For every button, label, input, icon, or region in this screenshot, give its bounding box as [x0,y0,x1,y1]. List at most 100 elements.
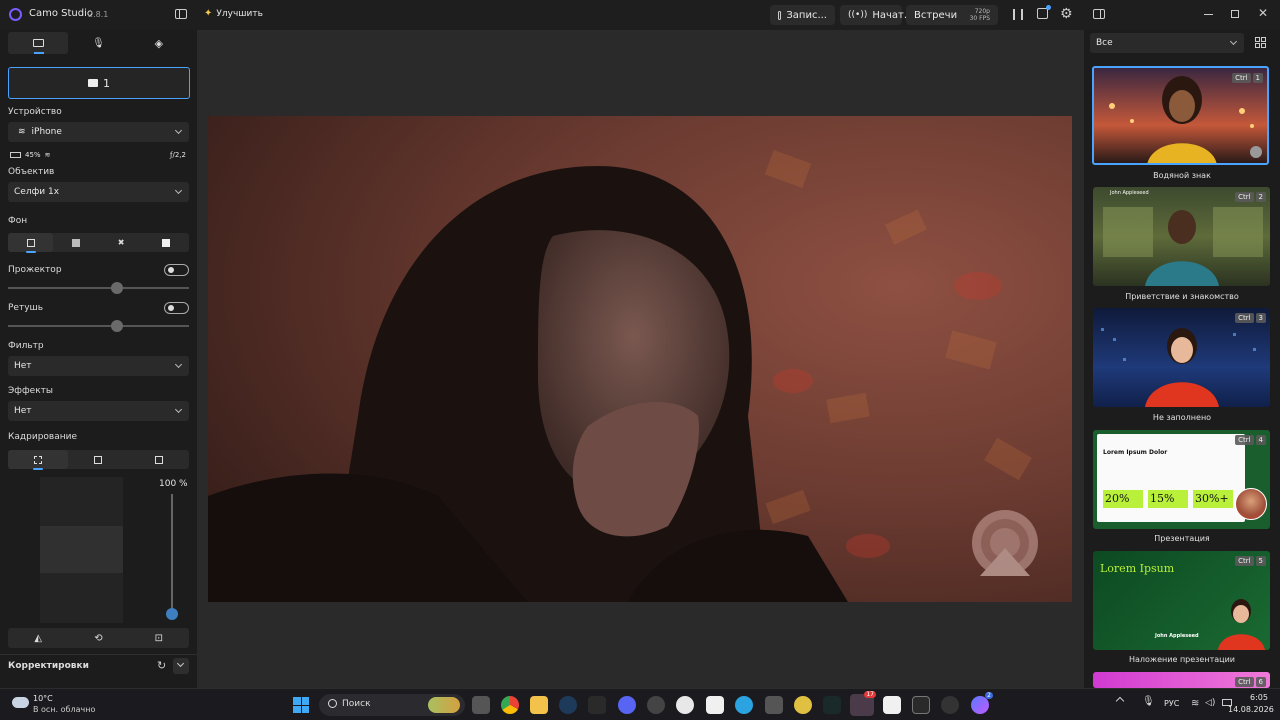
scene-card-4[interactable]: Lorem Ipsum Dolor 20% 15% 30%+ Ctrl 4 [1093,430,1270,529]
maximize-icon[interactable] [1231,10,1239,18]
tab-video[interactable] [8,32,69,54]
retouch-label: Ретушь [8,303,44,313]
clock-date[interactable]: 14.08.2026 [1228,705,1274,714]
weather-widget[interactable]: 10°C В осн. облачно [10,694,100,716]
scene-card-3[interactable]: Ctrl 3 [1093,308,1270,407]
filter-label: Фильтр [8,341,44,351]
camera-selector[interactable]: 1 [8,67,190,99]
effects-dropdown[interactable]: Нет [8,401,189,421]
lens-dropdown[interactable]: Селфи 1x [8,182,189,202]
shortcut-ctrl: Ctrl [1232,73,1251,83]
spotlight-slider-knob[interactable] [111,282,123,294]
retouch-slider-knob[interactable] [111,320,123,332]
flip-button[interactable]: ◭ [8,628,68,648]
scene-card-2[interactable]: John Appleseed Ctrl 2 [1093,187,1270,286]
telegram-icon[interactable] [735,696,753,714]
crop-preview[interactable] [40,477,123,623]
wifi-tray-icon[interactable]: ≋ [1191,698,1199,709]
task-view-icon[interactable] [472,696,490,714]
start-button[interactable] [293,697,309,713]
rotate-icon: ⟲ [94,632,103,644]
scene-shortcut: Ctrl 5 [1235,556,1266,566]
tab-audio[interactable]: 🎙 [68,32,128,54]
terminal-icon[interactable] [912,696,930,714]
bg-blur-option[interactable] [53,233,98,252]
crop-center-option[interactable] [68,450,128,469]
reset-icon[interactable]: ↻ [157,659,166,672]
stream-button[interactable]: ((•)) Начат... [840,5,913,25]
zoom-slider[interactable] [166,494,178,620]
show-hidden-icons[interactable] [1115,696,1125,706]
scene-name-3: Не заполнено [1152,413,1212,422]
enhance-button[interactable]: ✦ Улучшить [204,8,263,19]
retouch-toggle[interactable] [164,302,189,314]
bg-remove-option[interactable]: ✖ [99,233,144,252]
copilot-icon[interactable]: 2 [971,692,993,714]
resolution-label: 720p [974,8,990,15]
app-icon-7[interactable] [941,696,959,714]
scene-card-6[interactable]: Ctrl 6 [1093,672,1270,688]
scene-shortcut: Ctrl 3 [1235,313,1266,323]
close-icon[interactable]: ✕ [1258,6,1268,20]
vim-icon[interactable] [706,696,724,714]
lens-value: Селфи 1x [14,187,60,197]
spotlight-toggle[interactable] [164,264,189,276]
record-button[interactable]: Запис... [770,5,835,25]
app-icon-3[interactable] [765,696,783,714]
notification-badge: 2 [985,692,993,699]
grid-view-icon[interactable] [1255,37,1266,48]
filter-value: Нет [14,361,32,371]
clock-time[interactable]: 6:05 [1250,693,1268,702]
split-view-icon[interactable] [1013,9,1023,20]
bg-none-option[interactable] [8,233,54,253]
crop-track-option[interactable] [129,450,189,469]
snapshot-button[interactable]: ⊡ [129,628,189,648]
sidebar-toggle-icon[interactable] [175,9,187,19]
rotate-button[interactable]: ⟲ [68,628,128,648]
scene-filter-dropdown[interactable]: Все [1090,33,1244,53]
filter-dropdown[interactable]: Нет [8,356,189,376]
chrome-icon[interactable] [501,696,519,714]
app-icon-4[interactable] [794,696,812,714]
search-box[interactable]: Поиск [319,694,465,716]
notifications-icon[interactable] [1037,5,1051,19]
background-label: Фон [8,216,28,226]
device-dropdown[interactable]: ≋ iPhone [8,122,189,142]
expand-button[interactable] [173,658,189,674]
crop-track-icon [154,455,163,464]
record-label: Запис... [786,9,827,21]
spotlight-slider[interactable] [8,282,189,294]
file-explorer-icon[interactable] [530,696,548,714]
transform-tools: ◭ ⟲ ⊡ [8,628,189,648]
volume-icon[interactable]: ◁) [1205,698,1215,708]
language-indicator[interactable]: РУС [1164,699,1179,708]
app-icon-1[interactable] [588,696,606,714]
app-icon-2[interactable] [647,696,665,714]
scene-card-5[interactable]: Lorem Ipsum John Appleseed Ctrl 5 [1093,551,1270,650]
microphone-tray-icon[interactable]: 🎙 [1142,696,1155,707]
meetings-button[interactable]: Встречи 720p 30 FPS [906,5,998,25]
crop-preview-area[interactable] [40,526,123,573]
zoom-value: 100 % [159,479,188,489]
minimize-icon[interactable] [1204,14,1213,15]
layers-icon: ◈ [154,36,164,50]
app-icon-6[interactable] [883,696,901,714]
steam-icon[interactable] [559,696,577,714]
scene-filter-value: Все [1096,38,1113,48]
retouch-slider[interactable] [8,320,189,332]
settings-gear-icon[interactable]: ⚙ [1060,6,1073,22]
crop-manual-option[interactable] [8,450,69,470]
scene-card-1[interactable]: Ctrl 1 [1092,66,1269,165]
discord-icon[interactable] [618,696,636,714]
shortcut-number: 2 [1255,192,1266,202]
weather-temp: 10°C [33,694,53,703]
bg-replace-option[interactable] [144,233,189,252]
spotlight-label: Прожектор [8,265,62,275]
camo-taskbar-icon[interactable]: 17 [850,691,876,716]
app-icon-5[interactable] [823,696,841,714]
panel-toggle-icon[interactable] [1093,9,1105,19]
ccleaner-icon[interactable] [676,696,694,714]
zoom-slider-knob[interactable] [166,608,178,620]
crop-label: Кадрирование [8,432,77,442]
tab-layers[interactable]: ◈ [129,32,189,54]
